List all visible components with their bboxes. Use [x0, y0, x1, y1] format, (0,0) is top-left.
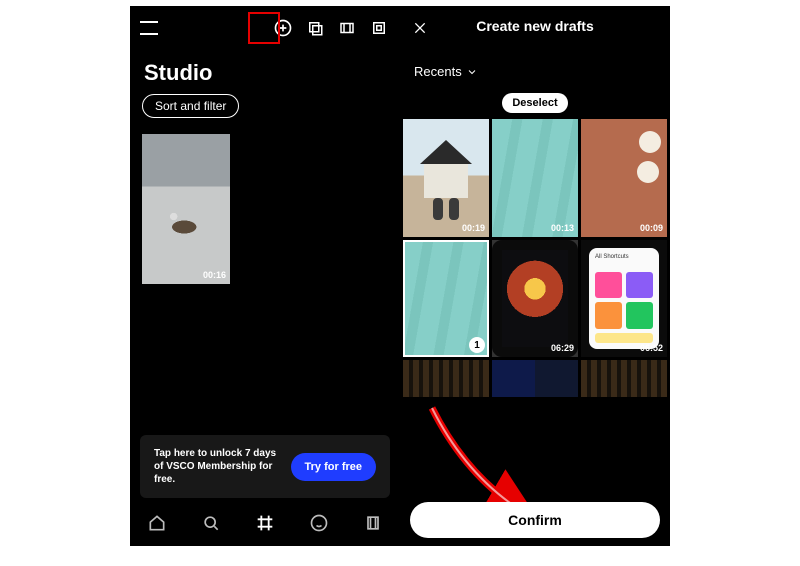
page-title: Studio	[130, 50, 400, 94]
draft-grid: 00:16	[130, 128, 400, 290]
media-cell[interactable]: 00:09	[581, 119, 667, 237]
home-icon[interactable]	[146, 512, 168, 534]
banner-text: Tap here to unlock 7 days of VSCO Member…	[154, 447, 281, 486]
duration-label: 00:16	[203, 270, 226, 280]
deselect-button[interactable]: Deselect	[502, 93, 567, 113]
selection-badge: 1	[469, 337, 485, 353]
album-label: Recents	[414, 64, 462, 79]
menu-icon[interactable]	[140, 21, 158, 35]
studio-tab-icon[interactable]	[254, 512, 276, 534]
studio-screen: Studio Sort and filter 00:16 Tap here to…	[130, 6, 400, 546]
search-icon[interactable]	[200, 512, 222, 534]
chevron-down-icon	[466, 66, 478, 78]
media-cell[interactable]	[403, 360, 489, 397]
media-cell[interactable]: 06:29	[492, 240, 578, 358]
draft-thumbnail[interactable]: 00:16	[142, 134, 230, 284]
page-title: Create new drafts	[400, 18, 670, 34]
media-grid-partial	[400, 360, 670, 397]
thumbnail-image	[142, 134, 230, 284]
duration-label: 00:19	[462, 223, 485, 233]
profile-icon[interactable]	[362, 512, 384, 534]
confirm-button[interactable]: Confirm	[410, 502, 660, 538]
album-picker[interactable]: Recents	[400, 50, 670, 87]
top-bar	[130, 6, 400, 50]
media-grid: 00:19 00:13 00:09 1 06:29 All Shortcuts	[400, 119, 670, 357]
tab-bar	[130, 500, 400, 546]
face-icon[interactable]	[308, 512, 330, 534]
duration-label: 00:13	[551, 223, 574, 233]
media-cell[interactable]	[581, 360, 667, 397]
membership-banner[interactable]: Tap here to unlock 7 days of VSCO Member…	[140, 435, 390, 498]
duration-label: 00:09	[640, 223, 663, 233]
media-cell[interactable]	[492, 360, 578, 397]
layers-icon[interactable]	[304, 17, 326, 39]
duration-label: 06:29	[551, 343, 574, 353]
create-drafts-screen: Create new drafts Recents Deselect 00:19…	[400, 6, 670, 546]
media-cell[interactable]: 00:19	[403, 119, 489, 237]
media-cell[interactable]: All Shortcuts 06:52	[581, 240, 667, 358]
add-icon[interactable]	[272, 17, 294, 39]
media-cell-selected[interactable]: 1	[403, 240, 489, 358]
sort-filter-button[interactable]: Sort and filter	[142, 94, 239, 118]
try-free-button[interactable]: Try for free	[291, 453, 376, 481]
film-icon[interactable]	[336, 17, 358, 39]
frame-icon[interactable]	[368, 17, 390, 39]
duration-label: 06:52	[640, 343, 663, 353]
media-cell[interactable]: 00:13	[492, 119, 578, 237]
top-bar: Create new drafts	[400, 6, 670, 50]
